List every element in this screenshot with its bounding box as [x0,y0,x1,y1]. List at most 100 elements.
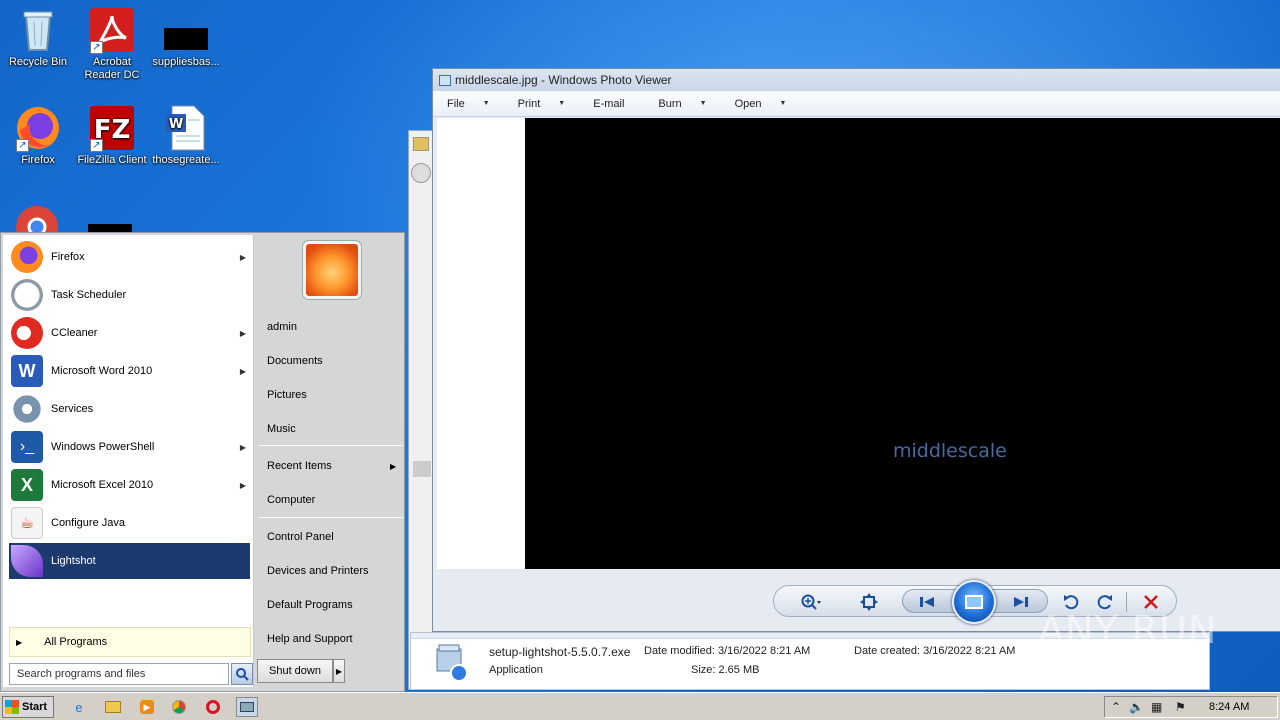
previous-icon[interactable] [916,592,938,612]
link-admin[interactable]: admin [267,321,297,333]
taskbar: Start e ▶ ⌃ 🔈 ▦ ⚑ 8:24 AM [0,692,1280,720]
link-computer[interactable]: Computer [267,494,315,506]
start-menu: Firefox ▶ Task Scheduler CCleaner ▶ W Mi… [0,232,405,692]
image-display[interactable]: middlescale [525,118,1280,569]
shutdown-button[interactable]: Shut down [257,659,333,683]
program-firefox[interactable]: Firefox ▶ [9,239,250,275]
program-label: Microsoft Word 2010 [51,365,153,377]
photo-viewer-taskbar-icon[interactable] [236,697,258,717]
link-music[interactable]: Music [267,423,296,435]
volume-icon[interactable]: 🔈 [1129,700,1144,714]
photo-viewer-icon [439,74,451,86]
excel-icon: X [11,469,43,501]
menu-email[interactable]: E-mail [593,98,624,110]
background-window[interactable] [408,130,434,690]
word-icon: W [11,355,43,387]
link-help-support[interactable]: Help and Support [267,633,353,645]
program-label: Windows PowerShell [51,441,155,453]
chrome-icon[interactable] [14,204,60,234]
link-recent-items[interactable]: Recent Items [267,460,332,472]
menu-open[interactable]: Open ▼ [735,98,787,110]
program-word[interactable]: W Microsoft Word 2010 ▶ [9,353,250,389]
caret-down-icon: ▼ [779,100,787,107]
menu-file[interactable]: File ▼ [447,98,490,110]
submenu-arrow-icon: ▶ [239,442,246,452]
image-text: middlescale [893,440,1007,462]
menu-burn[interactable]: Burn ▼ [658,98,706,110]
file-thumbnail-icon [162,6,210,54]
search-placeholder: Search programs and files [17,668,146,680]
link-pictures[interactable]: Pictures [267,389,307,401]
ccleaner-icon [11,317,43,349]
menu-label: Burn [658,97,682,110]
task-scheduler-icon [11,279,43,311]
program-powershell[interactable]: ›_ Windows PowerShell ▶ [9,429,250,465]
services-gear-icon [11,393,43,425]
program-label: Lightshot [51,555,96,567]
start-button[interactable]: Start [2,696,54,718]
shortcut-arrow-icon: ↗ [16,139,29,152]
link-control-panel[interactable]: Control Panel [267,531,334,543]
program-lightshot[interactable]: Lightshot [9,543,250,579]
desktop-icon-filezilla[interactable]: FZ ↗ FileZilla Client [74,104,150,167]
windows-logo-icon [5,700,19,714]
menu-print[interactable]: Print ▼ [518,98,566,110]
menu-label: Open [734,97,762,110]
file-explorer-icon[interactable] [102,697,124,717]
program-configure-java[interactable]: ☕ Configure Java [9,505,250,541]
internet-explorer-icon[interactable]: e [68,697,90,717]
next-icon[interactable] [1010,592,1032,612]
user-avatar[interactable] [303,241,361,299]
chrome-taskbar-icon[interactable] [168,697,190,717]
menu-label: Print [517,97,541,110]
menu-label: File [447,97,465,110]
link-default-programs[interactable]: Default Programs [267,599,353,611]
lightshot-feather-icon [11,545,43,577]
separator [259,517,403,518]
submenu-arrow-icon: ▶ [239,366,246,376]
link-devices-printers[interactable]: Devices and Printers [267,565,369,577]
installer-icon [433,643,471,683]
filezilla-icon: FZ ↗ [88,104,136,152]
program-task-scheduler[interactable]: Task Scheduler [9,277,250,313]
network-icon[interactable]: ▦ [1151,700,1162,714]
shutdown-label: Shut down [269,665,321,677]
desktop-icon-suppliesbas[interactable]: suppliesbas... [148,6,224,69]
program-excel[interactable]: X Microsoft Excel 2010 ▶ [9,467,250,503]
program-services[interactable]: Services [9,391,250,427]
detail-type: Application [489,664,543,676]
slideshow-button[interactable] [952,580,996,624]
photo-viewer-window[interactable]: middlescale.jpg - Windows Photo Viewer F… [432,68,1280,632]
program-label: Microsoft Excel 2010 [51,479,154,491]
viewer-margin [437,118,525,569]
slideshow-icon [965,595,983,609]
zoom-icon[interactable] [800,592,822,612]
clock[interactable]: 8:24 AM [1209,701,1249,713]
opera-icon[interactable] [202,697,224,717]
program-ccleaner[interactable]: CCleaner ▶ [9,315,250,351]
link-documents[interactable]: Documents [267,355,323,367]
show-hidden-icons-icon[interactable]: ⌃ [1111,700,1121,714]
shortcut-arrow-icon: ↗ [90,41,103,54]
action-center-flag-icon[interactable]: ⚑ [1175,700,1186,714]
desktop-icon-firefox[interactable]: ↗ Firefox [0,104,76,167]
program-label: Configure Java [51,517,125,529]
powershell-icon: ›_ [11,431,43,463]
svg-text:W: W [169,117,183,132]
media-player-icon[interactable]: ▶ [136,697,158,717]
submenu-arrow-icon: ▶ [239,328,246,338]
search-button[interactable] [231,663,253,685]
shortcut-arrow-icon: ↗ [90,139,103,152]
shutdown-options-button[interactable]: ▶ [333,659,345,683]
actual-size-icon[interactable] [858,592,880,612]
desktop-icon-acrobat[interactable]: ↗ Acrobat Reader DC [74,6,150,82]
title-bar[interactable]: middlescale.jpg - Windows Photo Viewer [433,69,1280,91]
system-tray: ⌃ 🔈 ▦ ⚑ 8:24 AM [1104,696,1278,718]
window-title: middlescale.jpg - Windows Photo Viewer [455,73,672,87]
desktop-icon-thosegreate[interactable]: W thosegreate... [148,104,224,167]
desktop-icon-recycle-bin[interactable]: Recycle Bin [0,6,76,69]
search-icon [236,668,249,681]
search-input[interactable]: Search programs and files [9,663,229,685]
all-programs-arrow-icon: ▶ [16,637,23,647]
all-programs-button[interactable]: ▶ All Programs [9,627,251,657]
